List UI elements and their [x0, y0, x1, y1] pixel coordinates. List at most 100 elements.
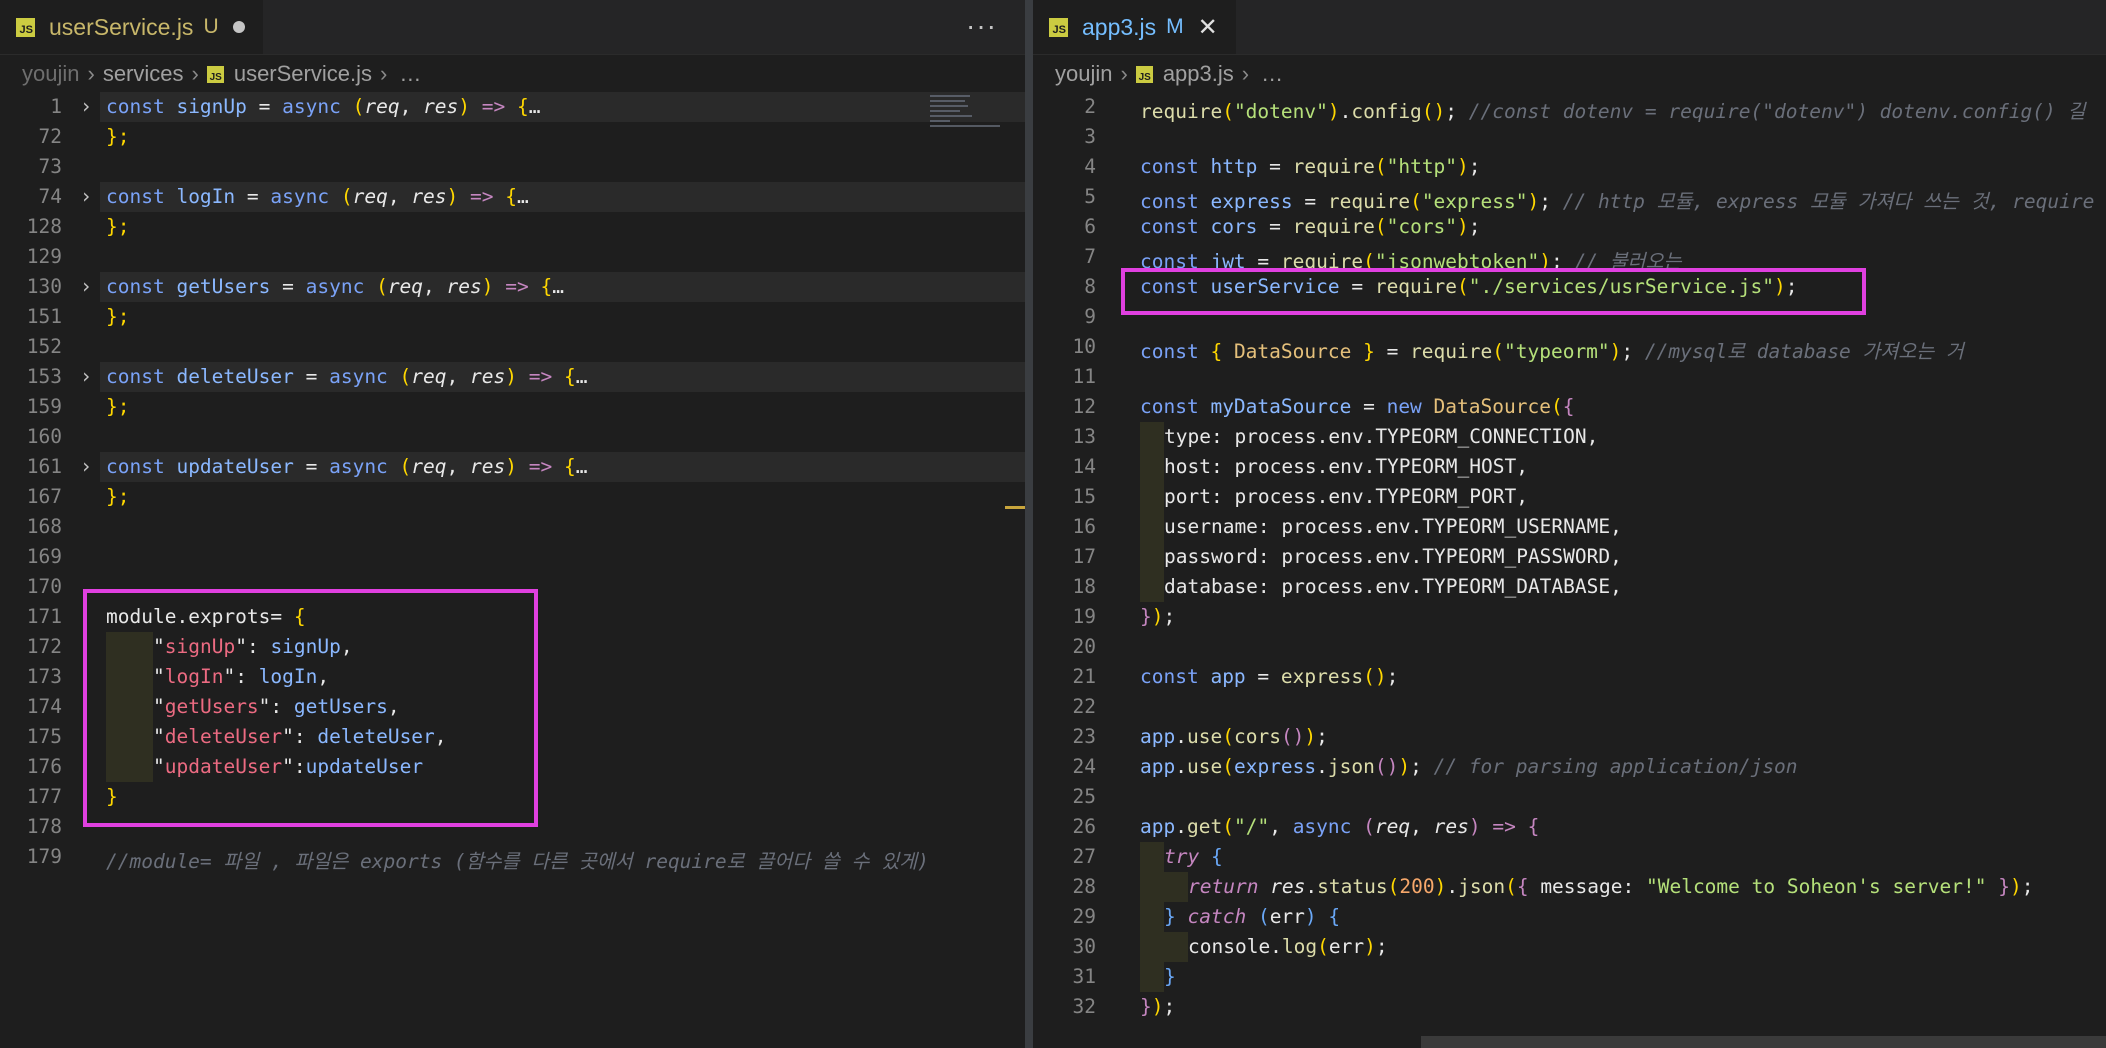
code-line[interactable]: 26 app.get("/", async (req, res) => {: [1033, 812, 2106, 842]
minimap[interactable]: [930, 92, 1005, 152]
code-line[interactable]: 151};: [0, 302, 1025, 332]
code-text: } catch (err) {: [1164, 905, 1341, 928]
line-number: 169: [26, 545, 62, 568]
more-actions-icon[interactable]: ···: [966, 10, 997, 42]
line-number: 176: [26, 755, 62, 778]
line-number: 168: [26, 515, 62, 538]
code-line[interactable]: 6 const cors = require("cors");: [1033, 212, 2106, 242]
code-line[interactable]: 153 › const deleteUser = async (req, res) …: [0, 362, 1025, 392]
fold-chevron-icon[interactable]: ›: [80, 364, 92, 388]
code-line[interactable]: 74 › const logIn = async (req, res) => {…: [0, 182, 1025, 212]
line-number: 25: [1072, 785, 1096, 808]
unsaved-dot-icon[interactable]: [232, 21, 245, 33]
code-line[interactable]: 19});: [1033, 602, 2106, 632]
code-line[interactable]: 2 require("dotenv").config(); //const dot…: [1033, 92, 2106, 123]
tab-userservice[interactable]: JS userService.js U: [0, 0, 263, 54]
line-number: 152: [26, 335, 62, 358]
code-line[interactable]: 129: [0, 242, 1025, 272]
code-line[interactable]: 22: [1033, 692, 2106, 722]
code-line[interactable]: 130 › const getUsers = async (req, res) =>…: [0, 272, 1025, 302]
code-line[interactable]: 31}: [1033, 962, 2106, 992]
code-line[interactable]: 24 app.use(express.json()); // for parsin…: [1033, 752, 2106, 782]
code-line[interactable]: 16 username: process.env.TYPEORM_USERNAME…: [1033, 512, 2106, 542]
tab-filename: userService.js: [49, 13, 194, 40]
code-line[interactable]: 18 database: process.env.TYPEORM_DATABASE…: [1033, 572, 2106, 602]
code-text: app.use(cors());: [1140, 725, 1328, 748]
fold-chevron-icon[interactable]: ›: [80, 94, 92, 118]
indent-guide: [1140, 932, 1164, 962]
right-tab-bar: JS app3.js M ✕: [1033, 0, 2106, 55]
line-number: 30: [1072, 935, 1096, 958]
code-line[interactable]: 27 try {: [1033, 842, 2106, 872]
fold-chevron-icon[interactable]: ›: [80, 454, 92, 478]
breadcrumb-file[interactable]: app3.js: [1163, 61, 1234, 87]
close-icon[interactable]: ✕: [1198, 13, 1218, 42]
code-line[interactable]: 10 const { DataSource } = require("typeor…: [1033, 332, 2106, 363]
code-line[interactable]: 25: [1033, 782, 2106, 812]
pane-divider[interactable]: [1025, 0, 1033, 1048]
line-number: 12: [1072, 395, 1096, 418]
tab-app3[interactable]: JS app3.js M ✕: [1033, 0, 1236, 54]
code-line[interactable]: 5 const express = require("express"); // …: [1033, 182, 2106, 213]
breadcrumb-root[interactable]: youjin: [1055, 61, 1112, 87]
indent-guide: [1164, 932, 1188, 962]
code-text: require("dotenv").config(); //const dote…: [1140, 100, 2086, 123]
code-line[interactable]: 29 } catch (err) {: [1033, 902, 2106, 932]
code-line[interactable]: 159};: [0, 392, 1025, 422]
code-text: app.use(express.json()); // for parsing …: [1140, 755, 1798, 778]
chevron-right-icon: ›: [191, 61, 199, 86]
js-file-icon: JS: [1049, 17, 1068, 37]
code-line[interactable]: 3: [1033, 122, 2106, 152]
code-line[interactable]: 168: [0, 512, 1025, 542]
code-line[interactable]: 4 const http = require("http");: [1033, 152, 2106, 182]
horizontal-scrollbar[interactable]: [1421, 1036, 2106, 1048]
code-line[interactable]: 21 const app = express();: [1033, 662, 2106, 692]
code-line[interactable]: 161 › const updateUser = async (req, res) …: [0, 452, 1025, 482]
code-line[interactable]: 169: [0, 542, 1025, 572]
line-number: 29: [1072, 905, 1096, 928]
code-text: try {: [1164, 845, 1223, 868]
breadcrumb-ellipsis[interactable]: …: [399, 61, 421, 87]
code-line[interactable]: 13 type: process.env.TYPEORM_CONNECTION,: [1033, 422, 2106, 452]
code-line[interactable]: 1 › const signUp = async (req, res) => {…: [0, 92, 1025, 122]
code-text: });: [1140, 605, 1176, 628]
line-number: 130: [26, 275, 62, 298]
breadcrumb-file[interactable]: userService.js: [234, 61, 372, 87]
code-line[interactable]: 152: [0, 332, 1025, 362]
highlight-box-userservice-require: [1121, 268, 1866, 315]
line-number: 74: [38, 185, 62, 208]
code-line[interactable]: 11: [1033, 362, 2106, 392]
code-text: };: [106, 305, 130, 328]
code-line[interactable]: 20: [1033, 632, 2106, 662]
line-number: 151: [26, 305, 62, 328]
code-line[interactable]: 167};: [0, 482, 1025, 512]
code-line[interactable]: 30 console.log(err);: [1033, 932, 2106, 962]
code-text: return res.status(200).json({ message: "…: [1188, 875, 2034, 898]
js-file-icon: JS: [206, 65, 224, 83]
breadcrumb-folder[interactable]: services: [103, 61, 184, 87]
code-text: const http = require("http");: [1140, 155, 1481, 178]
breadcrumb-root[interactable]: youjin: [22, 61, 79, 87]
breadcrumb-ellipsis[interactable]: …: [1261, 61, 1283, 87]
fold-chevron-icon[interactable]: ›: [80, 184, 92, 208]
code-line[interactable]: 14 host: process.env.TYPEORM_HOST,: [1033, 452, 2106, 482]
line-number: 167: [26, 485, 62, 508]
code-line[interactable]: 32});: [1033, 992, 2106, 1022]
code-line[interactable]: 28 return res.status(200).json({ message:…: [1033, 872, 2106, 902]
line-number: 172: [26, 635, 62, 658]
code-text: const deleteUser = async (req, res) => {…: [106, 365, 588, 388]
code-text: app.get("/", async (req, res) => {: [1140, 815, 1540, 838]
code-line[interactable]: 12 const myDataSource = new DataSource({: [1033, 392, 2106, 422]
code-text: const logIn = async (req, res) => {…: [106, 185, 529, 208]
code-line[interactable]: 179 //module= 파일 , 파일은 exports (함수를 다른 곳에…: [0, 842, 1025, 873]
fold-chevron-icon[interactable]: ›: [80, 274, 92, 298]
code-line[interactable]: 17 password: process.env.TYPEORM_PASSWORD…: [1033, 542, 2106, 572]
code-line[interactable]: 23 app.use(cors());: [1033, 722, 2106, 752]
code-line[interactable]: 160: [0, 422, 1025, 452]
code-line[interactable]: 128};: [0, 212, 1025, 242]
code-line[interactable]: 73: [0, 152, 1025, 182]
left-editor-pane: JS userService.js U ··· youjin › service…: [0, 0, 1025, 1048]
code-line[interactable]: 72};: [0, 122, 1025, 152]
line-number: 8: [1084, 275, 1096, 298]
code-line[interactable]: 15 port: process.env.TYPEORM_PORT,: [1033, 482, 2106, 512]
